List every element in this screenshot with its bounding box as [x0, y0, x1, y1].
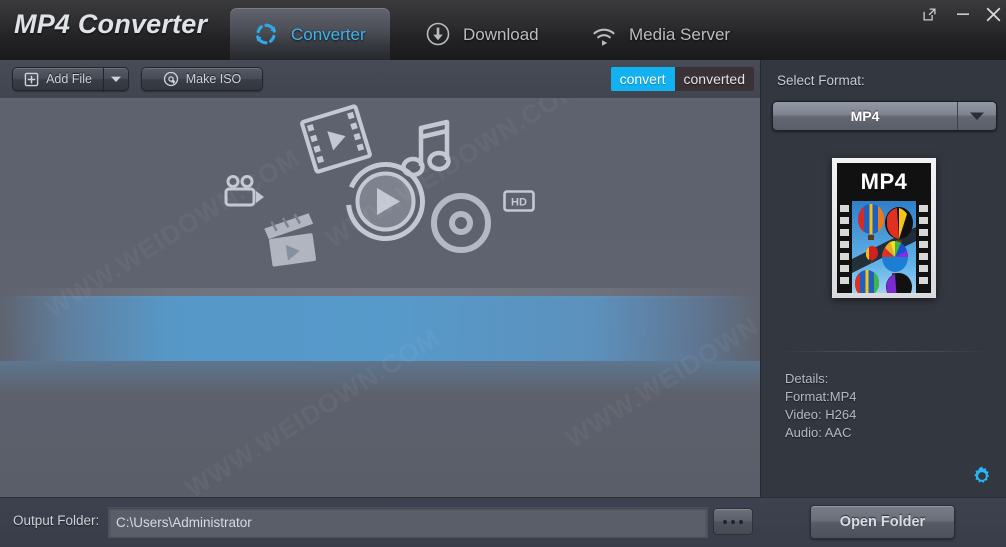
refresh-circular-arrows-icon [256, 23, 276, 45]
add-file-button[interactable]: Add File [12, 67, 104, 91]
disc-icon [431, 193, 491, 253]
close-window-button[interactable] [980, 2, 1006, 26]
panel-divider [777, 351, 991, 352]
media-icon-cluster: HD [0, 98, 760, 497]
details-audio: Audio: AAC [785, 425, 852, 440]
file-drop-area[interactable]: HD WWW.WEIDOWN.COM WWW.WEIDOWN.COM WWW.W… [0, 98, 760, 497]
hd-badge-icon: HD [503, 190, 535, 212]
format-thumbnail: MP4 [832, 158, 936, 298]
details-title: Details: [785, 371, 829, 386]
external-link-icon [922, 7, 936, 21]
toolbar: Add File Make ISO convert converted [0, 60, 760, 99]
details-format: Format:MP4 [785, 389, 857, 404]
format-details: Details: Format:MP4 Video: H264 Audio: A… [785, 370, 857, 442]
tab-download-label: Download [463, 24, 539, 44]
tab-converter[interactable]: Converter [230, 8, 390, 60]
disc-burn-icon [163, 71, 178, 87]
gear-icon[interactable] [971, 465, 993, 487]
minimize-icon [957, 13, 969, 15]
tab-media-server-label: Media Server [629, 24, 731, 44]
application-window: MP4 Converter Converter Download Media S… [0, 0, 1006, 547]
details-video: Video: H264 [785, 407, 857, 422]
convert-status-toggle: convert converted [610, 67, 754, 91]
make-iso-button[interactable]: Make ISO [141, 67, 263, 91]
chevron-down-icon [111, 76, 121, 82]
format-select-value[interactable]: MP4 [773, 102, 957, 130]
close-icon [986, 7, 1000, 21]
tab-converter-label: Converter [291, 24, 366, 44]
video-camera-icon [224, 175, 264, 207]
output-folder-label: Output Folder: [13, 513, 100, 528]
make-iso-label: Make ISO [185, 72, 242, 86]
browse-folder-button[interactable] [713, 508, 753, 535]
minimize-window-button[interactable] [950, 2, 976, 26]
converted-tab[interactable]: converted [674, 67, 754, 91]
convert-tab[interactable]: convert [610, 67, 675, 91]
svg-text:HD: HD [511, 197, 527, 209]
select-format-label: Select Format: [777, 73, 865, 88]
format-panel: Select Format: MP4 MP4 Details: Format:M… [760, 60, 1006, 497]
tab-download[interactable]: Download [402, 8, 557, 60]
format-select[interactable]: MP4 [772, 101, 997, 131]
thumbnail-frame: MP4 [837, 163, 931, 293]
add-file-label: Add File [46, 72, 92, 86]
ellipsis-icon [739, 519, 743, 524]
ellipsis-icon [731, 519, 735, 524]
format-select-dropdown-button[interactable] [957, 102, 996, 130]
download-arrow-circle-icon [426, 22, 450, 46]
app-logo-title: MP4 Converter [14, 9, 208, 39]
open-folder-button[interactable]: Open Folder [810, 505, 955, 539]
hot-air-balloons-photo [837, 201, 931, 293]
output-folder-input[interactable] [108, 507, 708, 538]
wifi-broadcast-icon [593, 28, 615, 46]
restore-window-button[interactable] [916, 2, 942, 26]
ellipsis-icon [723, 519, 727, 524]
add-file-dropdown-button[interactable] [103, 67, 129, 91]
chevron-down-icon [970, 112, 984, 120]
tab-media-server[interactable]: Media Server [568, 8, 758, 60]
title-bar: MP4 Converter Converter Download Media S… [0, 0, 1006, 60]
clapperboard-icon [264, 213, 317, 267]
thumbnail-format-label: MP4 [837, 163, 931, 201]
add-file-plus-icon [24, 72, 39, 86]
play-circle-icon [346, 162, 425, 241]
thumbnail-image [837, 201, 931, 293]
